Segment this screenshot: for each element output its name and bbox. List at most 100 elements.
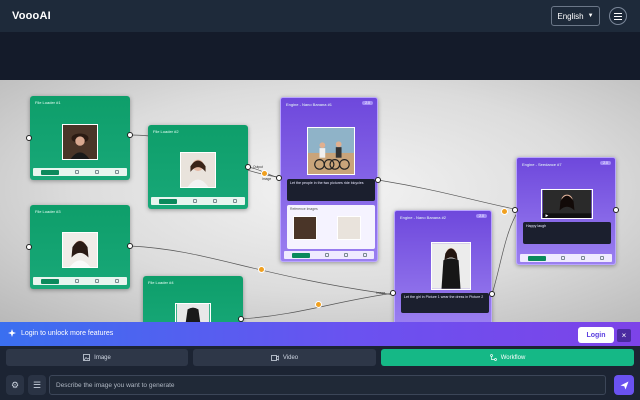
video-preview-icon	[542, 190, 592, 218]
input-port[interactable]	[276, 175, 282, 181]
node-toolbar	[33, 168, 127, 176]
mode-tabs: Image Video Workflow	[0, 346, 640, 370]
gear-icon: ⚙	[10, 379, 20, 390]
generated-video[interactable]	[541, 189, 593, 219]
tab-label: Video	[282, 354, 299, 361]
header-band	[0, 32, 640, 80]
list-icon: ☰	[32, 379, 42, 390]
file-loader-node-2[interactable]: File Loader #2	[148, 125, 248, 209]
login-message-text: Login to unlock more features	[21, 329, 114, 337]
image-icon	[83, 354, 91, 361]
close-icon: ×	[621, 331, 627, 340]
node-title: Engine - Nano Banana #1	[286, 102, 333, 107]
node-title: File Loader #3	[35, 209, 61, 214]
output-port[interactable]	[489, 291, 495, 297]
settings-icon[interactable]	[95, 170, 99, 174]
node-title: Engine - Nano Banana #2	[400, 215, 447, 220]
close-banner-button[interactable]: ×	[617, 329, 631, 342]
connection-handle[interactable]	[501, 208, 508, 215]
engine-node-seedance-7[interactable]: Engine - Seedance #7 2.0 Happy laugh	[516, 157, 616, 265]
reference-thumbnail-2[interactable]	[337, 216, 361, 240]
uploaded-image-thumbnail[interactable]	[180, 152, 216, 188]
connection-handle[interactable]	[315, 301, 322, 308]
credit-badge: 2.0	[600, 161, 611, 165]
language-label: English	[557, 11, 584, 21]
delete-icon[interactable]	[233, 199, 237, 203]
list-button[interactable]: ☰	[28, 375, 46, 395]
uploaded-image-thumbnail[interactable]	[62, 232, 98, 268]
menu-button[interactable]	[609, 7, 627, 25]
file-loader-node-1[interactable]: File Loader #1	[30, 96, 130, 180]
play-button[interactable]	[41, 278, 59, 284]
input-port[interactable]	[26, 135, 32, 141]
copy-icon[interactable]	[75, 170, 79, 174]
brand-logo[interactable]: VoooAI	[12, 10, 51, 22]
person-photo-icon	[63, 233, 97, 267]
settings-icon[interactable]	[95, 279, 99, 283]
send-button[interactable]	[614, 375, 634, 395]
node-toolbar	[284, 251, 374, 259]
tab-workflow[interactable]: Workflow	[381, 349, 634, 366]
input-port[interactable]	[26, 244, 32, 250]
uploaded-image-thumbnail[interactable]	[62, 124, 98, 160]
generated-image[interactable]	[431, 242, 471, 290]
output-port[interactable]	[127, 243, 133, 249]
prompt-text[interactable]: Let the girl in Picture 1 wear the dress…	[401, 293, 489, 313]
prompt-text[interactable]: Happy laugh	[523, 222, 611, 244]
settings-icon[interactable]	[213, 199, 217, 203]
copy-icon[interactable]	[561, 256, 566, 260]
copy-icon[interactable]	[75, 279, 79, 283]
clothing-photo-icon	[176, 304, 210, 322]
node-toolbar	[151, 197, 245, 205]
settings-icon[interactable]	[343, 253, 348, 257]
person-photo-icon	[63, 125, 97, 159]
delete-icon[interactable]	[362, 253, 367, 257]
engine-node-nano-banana-1[interactable]: Engine - Nano Banana #1 2.0 Let the peop…	[280, 97, 378, 262]
output-port[interactable]	[127, 132, 133, 138]
uploaded-image-thumbnail[interactable]	[175, 303, 211, 322]
delete-icon[interactable]	[115, 170, 119, 174]
input-port[interactable]	[512, 207, 518, 213]
delete-icon[interactable]	[115, 279, 119, 283]
login-button[interactable]: Login	[578, 327, 614, 343]
reference-label: Reference Images	[290, 207, 318, 211]
copy-icon[interactable]	[193, 199, 197, 203]
output-port[interactable]	[245, 164, 251, 170]
port-label: Image	[262, 177, 272, 181]
input-port[interactable]	[390, 290, 396, 296]
tab-image[interactable]: Image	[6, 349, 188, 366]
node-title: Engine - Seedance #7	[522, 162, 562, 167]
reference-thumbnail-1[interactable]	[293, 216, 317, 240]
output-port[interactable]	[375, 177, 381, 183]
tab-video[interactable]: Video	[193, 349, 376, 366]
output-port[interactable]	[613, 207, 619, 213]
video-icon	[270, 354, 279, 361]
language-select[interactable]: English ▼	[551, 6, 600, 26]
node-title: File Loader #1	[35, 100, 61, 105]
send-icon	[620, 381, 628, 389]
generated-image[interactable]	[307, 127, 355, 175]
prompt-input[interactable]	[49, 375, 606, 395]
file-loader-node-4[interactable]: File Loader #4	[143, 276, 243, 322]
workflow-canvas[interactable]: File Loader #1 File Loader #2 Output Fil…	[0, 80, 640, 322]
file-loader-node-3[interactable]: File Loader #3	[30, 205, 130, 289]
prompt-text[interactable]: Let the people in the two pictures ride …	[287, 179, 375, 201]
settings-button[interactable]: ⚙	[6, 375, 24, 395]
engine-node-nano-banana-2[interactable]: Engine - Nano Banana #2 2.0 Let the girl…	[394, 210, 492, 322]
node-title: File Loader #4	[148, 280, 174, 285]
copy-icon[interactable]	[324, 253, 329, 257]
play-button[interactable]	[159, 198, 177, 204]
play-button[interactable]	[291, 252, 310, 258]
play-button[interactable]	[41, 169, 59, 175]
settings-icon[interactable]	[580, 256, 585, 260]
workflow-icon	[489, 354, 497, 361]
reference-images-panel: Reference Images	[287, 205, 375, 249]
node-toolbar	[33, 277, 127, 285]
port-label: Image	[376, 291, 386, 295]
connection-handle[interactable]	[258, 266, 265, 273]
play-button[interactable]	[527, 255, 546, 261]
delete-icon[interactable]	[600, 256, 605, 260]
connection-handle[interactable]	[261, 170, 268, 177]
port-label: Output	[253, 165, 263, 169]
chevron-down-icon: ▼	[587, 13, 594, 19]
